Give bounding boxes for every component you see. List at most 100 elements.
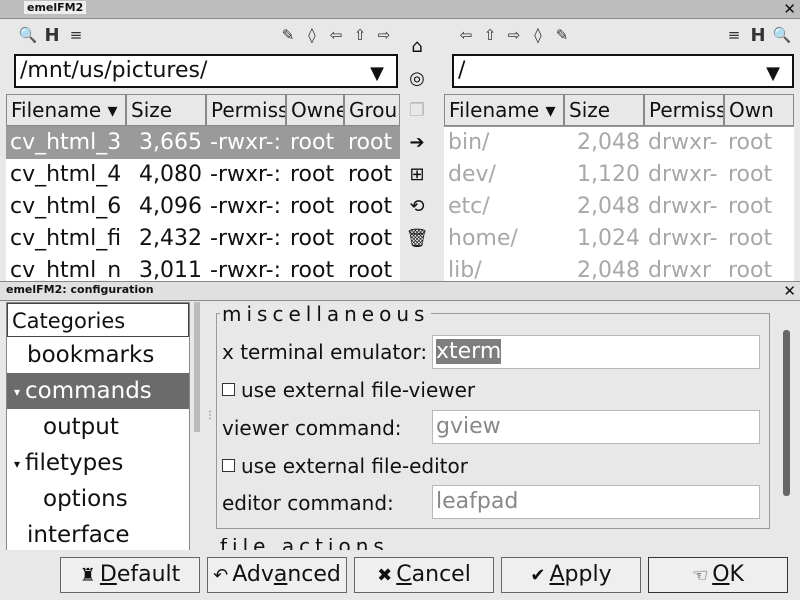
right-column-header: Filename ▾ Size Permiss Own: [444, 94, 794, 127]
categories-scrollbar[interactable]: [194, 302, 200, 432]
use-editor-checkbox[interactable]: use external file-editor: [222, 454, 468, 478]
table-row[interactable]: cv_html_n 3,011 -rwxr-: root root: [6, 255, 400, 281]
right-file-list: bin/ 2,048 drwxr- root dev/ 1,120 drwxr-…: [444, 127, 794, 281]
search-icon[interactable]: 🔍: [770, 23, 794, 47]
next-section-title: file actions: [220, 538, 389, 550]
ok-icon: ☜: [692, 565, 709, 586]
viewer-value: gview: [436, 414, 501, 439]
col-permissions[interactable]: Permiss: [644, 94, 724, 126]
close-icon[interactable]: ✕: [783, 0, 796, 18]
advanced-icon: ↶: [213, 565, 229, 586]
table-row[interactable]: cv_html_4 4,080 -rwxr-: root root: [6, 159, 400, 191]
category-output[interactable]: output: [7, 409, 189, 445]
menu-icon[interactable]: ≡: [64, 23, 88, 47]
col-filename[interactable]: Filename ▾: [6, 94, 126, 126]
col-group[interactable]: Grou: [344, 94, 400, 126]
terminal-label: x terminal emulator:: [222, 340, 428, 364]
apply-button[interactable]: ✔ Apply: [501, 557, 641, 593]
ok-button[interactable]: ☜ OK: [648, 557, 788, 593]
categories-header[interactable]: Categories: [7, 303, 189, 337]
left-toolbar: 🔍 H ≡ ✎ ◊ ⇦ ⇧ ⇨: [16, 20, 396, 50]
checkbox-icon[interactable]: [222, 383, 235, 396]
forward-icon[interactable]: ⇨: [372, 23, 396, 47]
left-path-entry[interactable]: /mnt/us/pictures/ ▼: [14, 54, 398, 88]
config-title-bar: emelFM2: configuration ✕: [0, 281, 800, 301]
up-icon[interactable]: ⇧: [478, 23, 502, 47]
table-row[interactable]: dev/ 1,120 drwxr- root: [444, 159, 794, 191]
history-icon[interactable]: H: [40, 23, 64, 47]
expander-icon[interactable]: ▾: [9, 374, 25, 410]
viewer-label: viewer command:: [222, 416, 402, 440]
forward-icon[interactable]: ⇨: [502, 23, 526, 47]
table-row[interactable]: cv_html_3 3,665 -rwxr-: root root: [6, 127, 400, 159]
table-row[interactable]: cv_html_6 4,096 -rwxr-: root root: [6, 191, 400, 223]
search-icon[interactable]: 🔍: [16, 23, 40, 47]
terminal-value: xterm: [436, 339, 502, 364]
checkbox-icon[interactable]: [222, 459, 235, 472]
filter-icon[interactable]: ✎: [550, 23, 574, 47]
left-path-text: /mnt/us/pictures/: [20, 58, 208, 83]
history-icon[interactable]: H: [746, 23, 770, 47]
section-title: miscellaneous: [220, 302, 432, 326]
table-row[interactable]: cv_html_fi 2,432 -rwxr-: root root: [6, 223, 400, 255]
advanced-button[interactable]: ↶ Advanced: [207, 557, 347, 593]
up-icon[interactable]: ⇧: [348, 23, 372, 47]
editor-label: editor command:: [222, 491, 394, 515]
col-size[interactable]: Size: [126, 94, 206, 126]
move-icon[interactable]: ➔: [402, 126, 432, 158]
default-icon: ♜: [79, 565, 96, 586]
close-icon[interactable]: ✕: [783, 282, 796, 300]
right-path-entry[interactable]: / ▼: [452, 54, 794, 88]
sync-icon[interactable]: ◊: [300, 23, 324, 47]
category-interface[interactable]: interface: [7, 517, 189, 551]
chevron-down-icon[interactable]: ▼: [362, 60, 392, 88]
copy-icon[interactable]: ❐: [402, 94, 432, 126]
col-size[interactable]: Size: [564, 94, 644, 126]
editor-input[interactable]: leafpad: [432, 485, 760, 519]
expander-icon[interactable]: ▾: [9, 446, 25, 482]
link-icon[interactable]: ⊞: [402, 158, 432, 190]
viewer-input[interactable]: gview: [432, 410, 760, 444]
table-row[interactable]: home/ 1,024 drwxr- root: [444, 223, 794, 255]
pane-splitter[interactable]: ⋮: [205, 410, 215, 421]
col-owner[interactable]: Owne: [286, 94, 344, 126]
use-viewer-checkbox[interactable]: use external file-viewer: [222, 378, 475, 402]
left-column-header: Filename ▾ Size Permiss Owne Grou: [6, 94, 400, 127]
col-owner[interactable]: Own: [724, 94, 794, 126]
sync-icon[interactable]: ◊: [526, 23, 550, 47]
disc-icon[interactable]: ◎: [402, 62, 432, 94]
table-row[interactable]: bin/ 2,048 drwxr- root: [444, 127, 794, 159]
menu-icon[interactable]: ≡: [722, 23, 746, 47]
rename-icon[interactable]: ⟲: [402, 190, 432, 222]
trash-icon[interactable]: 🗑: [402, 222, 432, 254]
category-commands[interactable]: ▾ commands: [7, 373, 189, 409]
editor-value: leafpad: [436, 489, 519, 514]
default-button[interactable]: ♜ Default: [60, 557, 200, 593]
center-toolbar: ⌂ ◎ ❐ ➔ ⊞ ⟲ 🗑: [402, 30, 434, 280]
window-title: emelFM2: [24, 1, 87, 14]
left-file-pane: Filename ▾ Size Permiss Owne Grou cv_htm…: [6, 94, 400, 281]
left-file-list: cv_html_3 3,665 -rwxr-: root root cv_htm…: [6, 127, 400, 281]
col-permissions[interactable]: Permiss: [206, 94, 286, 126]
main-title-bar: emelFM2 ✕: [0, 0, 800, 19]
category-filetypes[interactable]: ▾ filetypes: [7, 445, 189, 481]
col-filename[interactable]: Filename ▾: [444, 94, 564, 126]
next-section-clip: file actions: [216, 538, 768, 550]
table-row[interactable]: etc/ 2,048 drwxr- root: [444, 191, 794, 223]
table-row[interactable]: lib/ 2,048 drwxr root: [444, 255, 794, 281]
back-icon[interactable]: ⇦: [454, 23, 478, 47]
back-icon[interactable]: ⇦: [324, 23, 348, 47]
category-options[interactable]: options: [7, 481, 189, 517]
home-icon[interactable]: ⌂: [402, 30, 432, 62]
right-path-text: /: [458, 58, 466, 83]
filter-icon[interactable]: ✎: [276, 23, 300, 47]
category-bookmarks[interactable]: bookmarks: [7, 337, 189, 373]
cancel-button[interactable]: ✖ Cancel: [354, 557, 494, 593]
terminal-input[interactable]: xterm: [432, 335, 760, 369]
right-file-pane: Filename ▾ Size Permiss Own bin/ 2,048 d…: [444, 94, 794, 281]
settings-scrollbar[interactable]: [783, 330, 790, 496]
categories-tree: Categories bookmarks ▾ commands output ▾ f…: [6, 302, 190, 552]
chevron-down-icon[interactable]: ▼: [758, 60, 788, 88]
config-title: emelFM2: configuration: [6, 283, 154, 296]
right-toolbar: ⇦ ⇧ ⇨ ◊ ✎ ≡ H 🔍: [454, 20, 794, 50]
